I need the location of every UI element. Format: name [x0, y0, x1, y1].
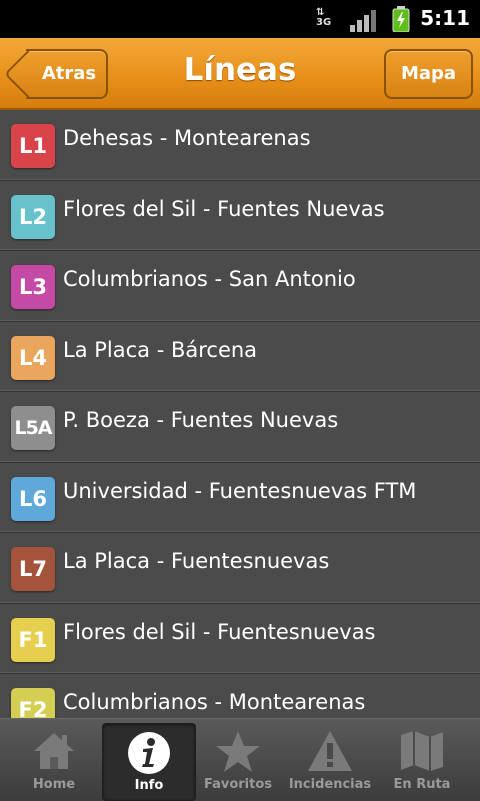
- home-icon: [34, 733, 74, 769]
- tab-label: Favoritos: [203, 777, 273, 792]
- line-row[interactable]: F1 Flores del Sil - Fuentesnuevas: [0, 603, 480, 674]
- line-row[interactable]: L2 Flores del Sil - Fuentes Nuevas: [0, 180, 480, 251]
- line-badge: L6: [11, 476, 55, 521]
- line-name: La Placa - Bárcena: [63, 337, 258, 362]
- line-badge: L5A: [11, 406, 55, 450]
- info-icon: [128, 732, 170, 774]
- line-badge: F2: [11, 688, 55, 718]
- map-icon: [401, 731, 443, 771]
- warning-icon: [308, 731, 352, 771]
- line-name: Flores del Sil - Fuentesnuevas: [63, 619, 376, 644]
- back-button-label: Atras: [41, 63, 97, 84]
- tab-label: Home: [32, 777, 76, 792]
- tab-incidencias[interactable]: Incidencias: [284, 723, 376, 799]
- app-header: Atras Líneas Mapa: [0, 38, 480, 110]
- line-row[interactable]: L4 La Placa - Bárcena: [0, 321, 480, 392]
- line-badge: L3: [11, 265, 55, 309]
- battery-charging-icon: [392, 6, 410, 33]
- tab-label: Info: [134, 778, 164, 793]
- line-badge: L4: [11, 335, 55, 380]
- line-name: La Placa - Fuentesnuevas: [63, 549, 330, 573]
- network-3g-icon: ⇅ 3G: [316, 7, 332, 28]
- status-time: 5:11: [420, 6, 470, 30]
- tab-favoritos[interactable]: Favoritos: [192, 723, 284, 799]
- line-name: Columbrianos - San Antonio: [63, 267, 356, 291]
- line-name: P. Boeza - Fuentes Nuevas: [63, 408, 339, 432]
- line-row[interactable]: L5A P. Boeza - Fuentes Nuevas: [0, 392, 480, 463]
- line-badge: F1: [11, 617, 55, 662]
- line-row[interactable]: L1 Dehesas - Montearenas: [0, 110, 480, 181]
- line-name: Flores del Sil - Fuentes Nuevas: [63, 196, 385, 221]
- bottom-tab-bar: Home Info Favoritos Incidencias En Ruta: [0, 718, 480, 801]
- tab-home[interactable]: Home: [8, 723, 100, 799]
- map-button[interactable]: Mapa: [384, 49, 473, 99]
- line-row[interactable]: L6 Universidad - Fuentesnuevas FTM: [0, 462, 480, 533]
- line-row[interactable]: L3 Columbrianos - San Antonio: [0, 251, 480, 322]
- line-name: Columbrianos - Montearenas: [63, 690, 366, 714]
- tab-label: En Ruta: [393, 777, 451, 792]
- tab-label: Incidencias: [288, 777, 372, 792]
- line-badge: L1: [11, 124, 55, 168]
- lines-list[interactable]: L1 Dehesas - Montearenas L2 Flores del S…: [0, 110, 480, 718]
- line-row[interactable]: L7 La Placa - Fuentesnuevas: [0, 533, 480, 604]
- tab-info[interactable]: Info: [102, 723, 196, 801]
- line-name: Dehesas - Montearenas: [63, 126, 311, 150]
- line-badge: L2: [11, 194, 55, 239]
- signal-strength-icon: [350, 8, 376, 32]
- line-badge: L7: [11, 547, 55, 591]
- tab-en-ruta[interactable]: En Ruta: [376, 723, 468, 799]
- status-bar: ⇅ 3G 5:11: [0, 0, 480, 38]
- line-row[interactable]: F2 Columbrianos - Montearenas: [0, 674, 480, 718]
- line-name: Universidad - Fuentesnuevas FTM: [63, 478, 417, 503]
- star-icon: [216, 731, 260, 772]
